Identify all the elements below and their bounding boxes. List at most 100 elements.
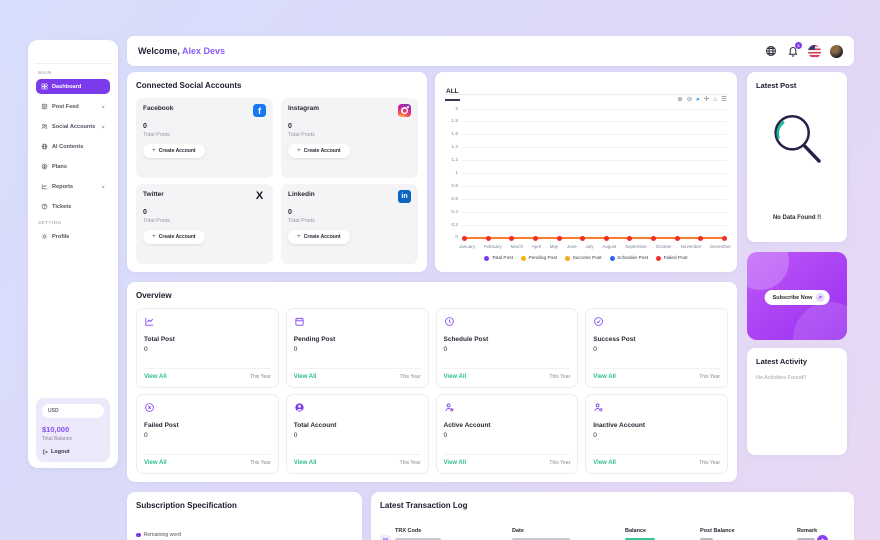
subscription-specification-panel: Subscription Specification Remaining wor… [127,492,362,540]
legend-item[interactable]: Success Post [565,256,602,261]
clock-icon [444,316,455,327]
x-twitter-icon: X [253,190,266,203]
view-all-link[interactable]: View All [294,374,317,380]
balance-amount: $10,000 [42,425,104,434]
sidebar-item-post-feed[interactable]: Post Feed ∨ [36,99,110,114]
create-account-button[interactable]: + Create Account [288,230,350,244]
legend-label: Pending Post [529,256,558,261]
subscription-spec-title: Subscription Specification [136,501,353,510]
sidebar-item-label: Tickets [52,204,71,210]
stat-card-pending-post: Pending Post 0 View AllThis Year [286,308,429,388]
create-account-button[interactable]: + Create Account [143,230,205,244]
gridline [462,121,727,122]
social-card-instagram: Instagram 0 Total Posts + Create Account [281,98,418,178]
sidebar-item-plans[interactable]: Plans [36,159,110,174]
transaction-detail-button[interactable]: + [817,535,828,540]
currency-select[interactable]: USD [42,404,104,418]
create-account-button[interactable]: + Create Account [288,144,350,158]
y-tick-label: 1.4 [445,145,458,150]
gear-icon [41,233,48,240]
data-point-marker [698,236,703,241]
legend-label: Remaining word [144,532,181,538]
x-tick-label: August [602,244,616,249]
x-tick-label: March [511,244,524,249]
social-panel-title: Connected Social Accounts [136,81,418,90]
home-reset-icon[interactable]: ⌂ [713,97,717,104]
sidebar-item-profile[interactable]: Profile [36,229,110,244]
no-data-magnifier-icon [766,108,828,170]
gridline [462,212,727,213]
social-post-count: 0 [143,209,266,216]
ai-contents-icon [41,143,48,150]
social-post-label: Total Posts [143,218,266,224]
gridline [462,160,727,161]
header-actions: 0 [764,45,843,58]
legend-item[interactable]: Pending Post [521,256,557,261]
x-tick-label: July [585,244,593,249]
social-name: Instagram [288,105,411,112]
menu-icon[interactable]: ☰ [721,97,727,104]
sidebar-item-dashboard[interactable]: Dashboard [36,79,110,94]
sidebar-item-label: Dashboard [52,84,81,90]
period-label: This Year [400,374,421,380]
sidebar-item-reports[interactable]: Reports ∨ [36,179,110,194]
x-tick-label: June [567,244,577,249]
stat-value: 0 [144,432,271,439]
notifications-bell-icon[interactable]: 0 [786,45,799,58]
tab-all[interactable]: ALL [445,88,460,101]
logout-label: Logout [51,449,70,455]
sidebar-item-ai-contents[interactable]: AI Contents [36,139,110,154]
chart-legend: Total Post Pending Post Success Post Schedu… [435,256,737,261]
sidebar: MAIN Dashboard Post Feed ∨ Social Accoun… [28,40,118,468]
sidebar-item-social-accounts[interactable]: Social Accounts ∨ [36,119,110,134]
pan-icon[interactable]: ✛ [704,97,709,104]
social-post-count: 0 [288,123,411,130]
stat-card-inactive-account: Inactive Account 0 View AllThis Year [585,394,728,474]
subscribe-now-button[interactable]: Subscribe Now ↗ [765,290,830,305]
view-all-link[interactable]: View All [593,460,616,466]
sidebar-logo-space [36,48,110,63]
view-all-link[interactable]: View All [144,374,167,380]
stat-title: Pending Post [294,336,421,343]
period-label: This Year [549,374,570,380]
language-flag-icon[interactable] [808,45,821,58]
social-post-count: 0 [143,123,266,130]
sidebar-item-label: AI Contents [52,144,83,150]
chevron-down-icon: ∨ [101,184,105,189]
sidebar-section-main: MAIN [38,70,108,75]
legend-item[interactable]: Schedule Post [610,256,648,261]
view-all-link[interactable]: View All [294,460,317,466]
latest-post-panel: Latest Post No Data Found !! [747,72,847,242]
logout-button[interactable]: Logout [42,449,104,455]
user-avatar[interactable] [830,45,843,58]
legend-dot [565,256,570,261]
create-account-label: Create Account [304,148,341,154]
chart-toolbar: ⊕ ⊖ ⌕ ✛ ⌂ ☰ [677,97,727,104]
column-header-post-balance: Post Balance [700,528,735,534]
data-point-marker [675,236,680,241]
header-bar: Welcome, Alex Devs 0 [127,36,854,66]
stat-value: 0 [593,432,720,439]
zoom-out-icon[interactable]: ⊖ [687,97,692,104]
period-label: This Year [549,460,570,466]
y-tick-label: 2 [445,107,458,112]
sidebar-item-tickets[interactable]: Tickets [36,199,110,214]
view-all-link[interactable]: View All [444,374,467,380]
sidebar-item-label: Profile [52,234,69,240]
legend-item[interactable]: Total Post [484,256,513,261]
zoom-in-icon[interactable]: ⊕ [677,97,682,104]
view-all-link[interactable]: View All [144,460,167,466]
stat-value: 0 [294,432,421,439]
globe-icon[interactable] [764,45,777,58]
selection-zoom-icon[interactable]: ⌕ [696,97,700,104]
legend-dot [656,256,661,261]
data-point-marker [722,236,727,241]
view-all-link[interactable]: View All [593,374,616,380]
chart-plot-area: 21.81.61.41.210.80.60.40.20 [445,109,727,238]
view-all-link[interactable]: View All [444,460,467,466]
create-account-button[interactable]: + Create Account [143,144,205,158]
legend-item[interactable]: Failed Post [656,256,688,261]
data-point-marker [509,236,514,241]
stat-card-success-post: Success Post 0 View AllThis Year [585,308,728,388]
connected-social-accounts-panel: Connected Social Accounts Facebook f 0 T… [127,72,427,272]
